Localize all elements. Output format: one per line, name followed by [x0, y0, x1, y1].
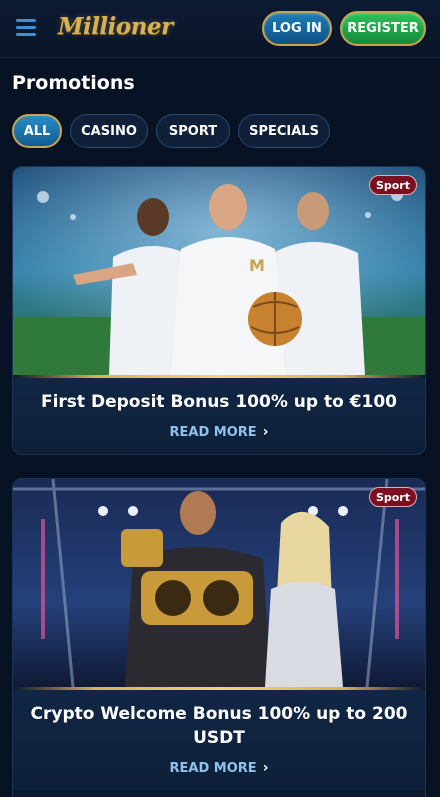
card-body: Crypto Welcome Bonus 100% up to 200 USDT… — [13, 690, 425, 790]
read-more-label: READ MORE — [169, 424, 257, 440]
card-body: First Deposit Bonus 100% up to €100 READ… — [13, 378, 425, 454]
promotion-card[interactable]: M Sport First Deposit Bonus 100% up to €… — [12, 166, 426, 455]
login-button[interactable]: LOG IN — [262, 11, 332, 46]
promotion-title: Crypto Welcome Bonus 100% up to 200 USDT — [30, 704, 408, 748]
chevron-right-icon: › — [262, 760, 269, 776]
read-more-link[interactable]: READ MORE › — [170, 424, 269, 440]
filter-chip-sport[interactable]: SPORT — [156, 114, 230, 148]
promotion-image-fighter: Sport — [13, 479, 425, 687]
read-more-label: READ MORE — [169, 760, 257, 776]
filter-chip-all[interactable]: ALL — [12, 114, 62, 148]
filter-chip-specials[interactable]: SPECIALS — [238, 114, 330, 148]
category-badge: Sport — [368, 175, 417, 195]
top-header: Millioner LOG IN REGISTER — [0, 0, 440, 58]
filter-chip-casino[interactable]: CASINO — [70, 114, 148, 148]
svg-text:M: M — [249, 256, 265, 275]
promotion-card[interactable]: Sport Crypto Welcome Bonus 100% up to 20… — [12, 478, 426, 797]
category-badge: Sport — [368, 487, 417, 507]
promotion-title: First Deposit Bonus 100% up to €100 — [40, 392, 397, 412]
promotion-filter-tabs: ALL CASINO SPORT SPECIALS — [12, 114, 330, 148]
page-title: Promotions — [12, 72, 135, 94]
promotion-image-football: M Sport — [13, 167, 425, 375]
brand-logo[interactable]: Millioner — [58, 13, 173, 45]
register-button[interactable]: REGISTER — [340, 11, 426, 46]
hamburger-menu-icon[interactable] — [16, 19, 36, 37]
chevron-right-icon: › — [262, 424, 269, 440]
read-more-link[interactable]: READ MORE › — [170, 760, 269, 776]
